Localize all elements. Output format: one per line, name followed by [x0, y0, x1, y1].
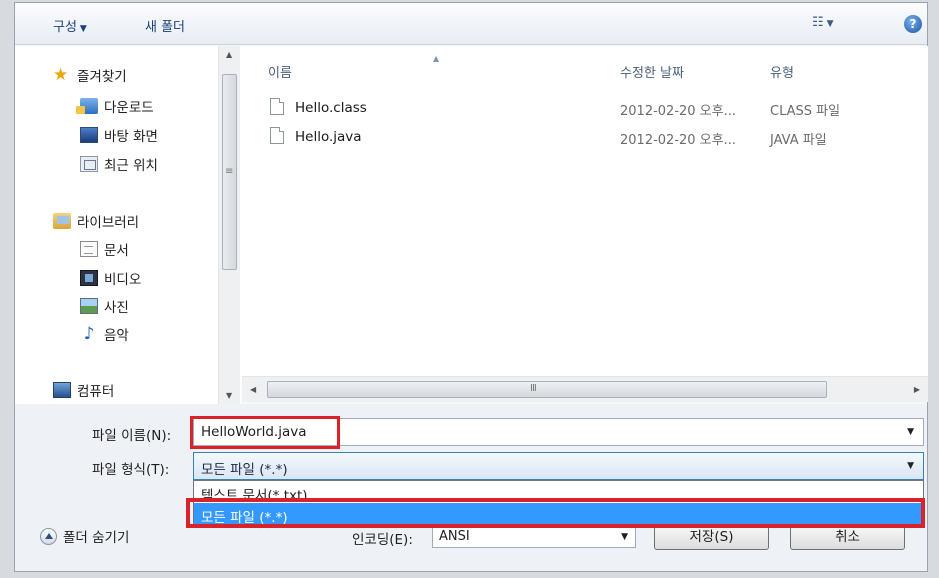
- nav-item-videos[interactable]: 비디오: [80, 267, 141, 289]
- sort-ascending-icon: ▲: [433, 54, 440, 63]
- scroll-grip: III: [530, 383, 537, 394]
- scroll-down-icon[interactable]: ▼: [226, 391, 232, 400]
- hide-folders-button[interactable]: 폴더 숨기기: [40, 526, 129, 546]
- organize-button[interactable]: 구성 ▼: [53, 16, 87, 35]
- column-header-type[interactable]: 유형: [770, 62, 794, 81]
- highlight-box: [190, 416, 340, 449]
- scroll-grip-icon: ≡: [225, 166, 234, 177]
- help-icon[interactable]: ?: [904, 15, 922, 33]
- nav-item-libraries[interactable]: 라이브러리: [53, 210, 139, 232]
- column-header-date[interactable]: 수정한 날짜: [620, 62, 684, 81]
- nav-label: 바탕 화면: [104, 129, 158, 145]
- file-type: JAVA 파일: [770, 133, 827, 148]
- nav-label: 사진: [104, 300, 129, 316]
- chevron-down-icon[interactable]: ▼: [907, 461, 914, 471]
- nav-label: 즐겨찾기: [77, 69, 127, 85]
- chevron-down-icon: ▼: [79, 24, 87, 34]
- document-icon: [80, 241, 98, 257]
- column-header-name[interactable]: 이름: [268, 62, 292, 81]
- scroll-right-icon[interactable]: ▶: [914, 385, 920, 394]
- chevron-down-icon: ▼: [621, 532, 628, 542]
- encoding-value: ANSI: [439, 529, 470, 544]
- file-type: CLASS 파일: [770, 104, 841, 119]
- file-name: Hello.java: [295, 129, 362, 145]
- recent-places-icon: [80, 156, 98, 172]
- nav-item-recent[interactable]: 최근 위치: [80, 153, 158, 175]
- picture-icon: [80, 298, 98, 314]
- nav-label: 다운로드: [104, 100, 154, 116]
- filetype-value: 모든 파일 (*.*): [201, 462, 288, 478]
- view-list-icon: ☷: [812, 15, 824, 30]
- nav-label: 비디오: [104, 272, 142, 288]
- view-options-button[interactable]: ☷ ▼: [812, 15, 834, 30]
- filename-label: 파일 이름(N):: [92, 428, 172, 444]
- navigation-pane: ★ 즐겨찾기 다운로드 바탕 화면 최근 위치 라이브러리 문서 비디오 사진 ♪…: [15, 46, 242, 404]
- horizontal-scroll-thumb[interactable]: III: [267, 381, 827, 398]
- chevron-down-icon[interactable]: ▼: [907, 427, 914, 437]
- chevron-down-icon: ▼: [826, 19, 834, 29]
- nav-label: 최근 위치: [104, 158, 158, 174]
- nav-item-computer[interactable]: 컴퓨터: [53, 379, 114, 401]
- star-icon: ★: [53, 65, 69, 85]
- nav-item-desktop[interactable]: 바탕 화면: [80, 124, 158, 146]
- hide-folders-label: 폴더 숨기기: [63, 530, 130, 546]
- nav-item-favorites[interactable]: ★ 즐겨찾기: [53, 64, 127, 86]
- computer-icon: [53, 382, 71, 398]
- cancel-button[interactable]: 취소: [790, 526, 905, 550]
- filetype-label: 파일 형식(T):: [92, 462, 170, 478]
- nav-item-downloads[interactable]: 다운로드: [76, 95, 154, 117]
- encoding-select[interactable]: ANSI ▼: [432, 526, 636, 548]
- filetype-select[interactable]: 모든 파일 (*.*) ▼: [193, 452, 924, 480]
- organize-label: 구성: [53, 20, 77, 35]
- scroll-left-icon[interactable]: ◀: [250, 385, 256, 394]
- downloads-folder-icon: [76, 98, 98, 114]
- collapse-up-icon: [40, 527, 57, 545]
- library-icon: [53, 213, 71, 229]
- desktop-icon: [80, 127, 98, 143]
- video-icon: [80, 270, 98, 286]
- nav-item-pictures[interactable]: 사진: [80, 295, 129, 317]
- file-row[interactable]: Hello.java 2012-02-20 오후... JAVA 파일: [242, 123, 928, 149]
- nav-label: 문서: [104, 243, 129, 259]
- nav-label: 컴퓨터: [77, 384, 115, 400]
- music-note-icon: ♪: [83, 324, 95, 344]
- file-date: 2012-02-20 오후...: [620, 104, 736, 119]
- nav-label: 라이브러리: [77, 215, 140, 231]
- file-row[interactable]: Hello.class 2012-02-20 오후... CLASS 파일: [242, 94, 928, 120]
- scroll-up-icon[interactable]: ▲: [226, 50, 232, 59]
- nav-label: 음악: [104, 328, 129, 344]
- nav-scrollbar[interactable]: ▲ ≡ ▼: [218, 46, 240, 404]
- nav-item-music[interactable]: ♪ 음악: [80, 323, 129, 345]
- file-name: Hello.class: [295, 100, 367, 116]
- file-icon: [270, 98, 284, 115]
- file-icon: [270, 127, 284, 144]
- new-folder-label: 새 폴더: [145, 20, 186, 35]
- file-list: ▲ 이름 수정한 날짜 유형 Hello.class 2012-02-20 오후…: [242, 46, 928, 376]
- save-button[interactable]: 저장(S): [654, 526, 769, 550]
- file-date: 2012-02-20 오후...: [620, 133, 736, 148]
- nav-item-documents[interactable]: 문서: [80, 238, 129, 260]
- new-folder-button[interactable]: 새 폴더: [145, 16, 185, 35]
- highlight-box: [186, 498, 925, 528]
- encoding-label: 인코딩(E):: [352, 532, 413, 548]
- horizontal-scrollbar[interactable]: ◀ III ▶: [242, 376, 928, 402]
- toolbar: 구성 ▼ 새 폴더 ☷ ▼ ?: [15, 3, 927, 45]
